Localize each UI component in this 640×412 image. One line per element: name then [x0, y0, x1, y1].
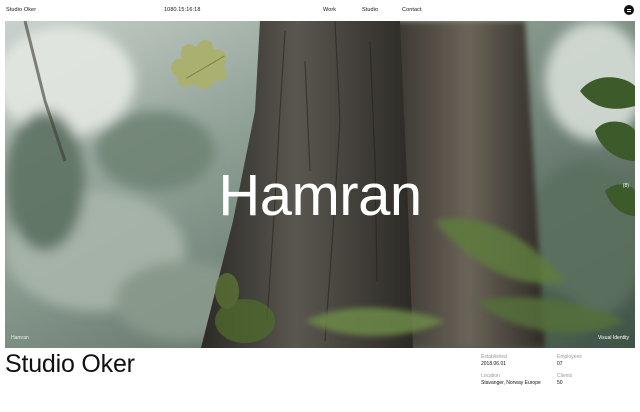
project-category: Visual Identity	[597, 335, 629, 341]
brand-link[interactable]: Studio Oker	[6, 7, 36, 13]
project-title[interactable]: Hamran	[5, 167, 635, 225]
menu-icon[interactable]	[624, 5, 634, 15]
employees-value: 07	[557, 361, 563, 367]
location-label: Location	[481, 373, 500, 379]
project-count: (8)	[622, 183, 629, 189]
established-value: 2018.06.01	[481, 361, 507, 367]
nav-contact-link[interactable]: Contact	[402, 7, 422, 13]
clock-readout: 1080.15:16:18	[164, 7, 201, 13]
menu-line	[627, 8, 631, 10]
project-caption: Hamran	[11, 335, 29, 341]
menu-line	[627, 10, 631, 12]
location-value: Stavanger, Norway Europe	[481, 380, 541, 386]
employees-label: Employees	[557, 354, 582, 360]
nav-work-link[interactable]: Work	[323, 7, 336, 13]
clients-label: Clients	[557, 373, 573, 379]
hero-image[interactable]: Hamran (8) Hamran Visual Identity	[5, 21, 635, 348]
clients-value: 50	[557, 380, 563, 386]
established-label: Established	[481, 354, 507, 360]
top-bar: Studio Oker 1080.15:16:18 Work Studio Co…	[0, 0, 640, 20]
studio-name-heading: Studio Oker	[5, 350, 135, 378]
nav-studio-link[interactable]: Studio	[362, 7, 378, 13]
page: Studio Oker 1080.15:16:18 Work Studio Co…	[0, 0, 640, 412]
